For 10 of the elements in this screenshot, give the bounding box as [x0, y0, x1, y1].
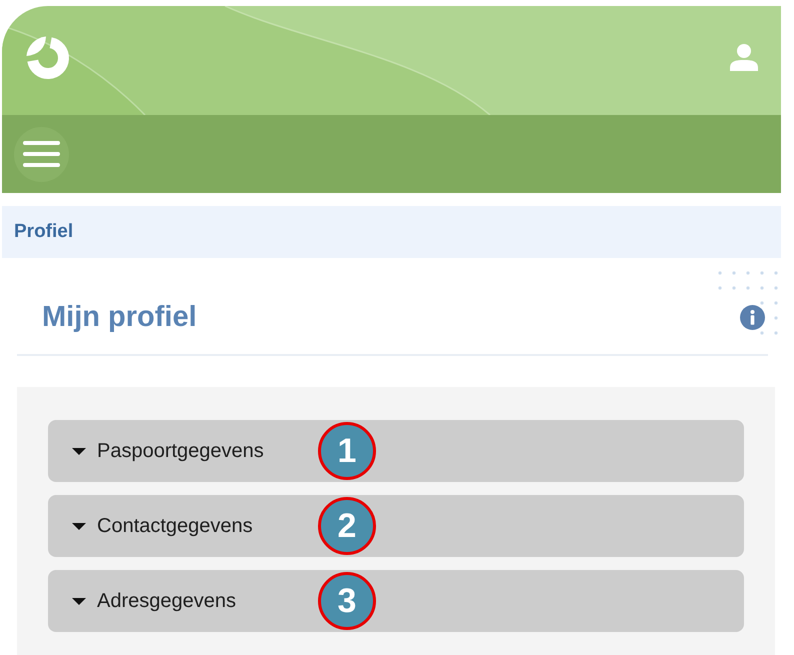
- caret-icon: [72, 448, 86, 454]
- page-title: Mijn profiel: [42, 300, 197, 334]
- caret-icon: [72, 522, 86, 530]
- logo-icon[interactable]: [26, 36, 70, 80]
- breadcrumb-link[interactable]: Profiel: [14, 221, 74, 243]
- info-icon[interactable]: [740, 304, 765, 330]
- dot-pattern-drawing: [718, 271, 778, 335]
- menu-icon: [23, 141, 60, 167]
- caret-icon: [72, 598, 86, 604]
- user-icon[interactable]: [730, 44, 758, 71]
